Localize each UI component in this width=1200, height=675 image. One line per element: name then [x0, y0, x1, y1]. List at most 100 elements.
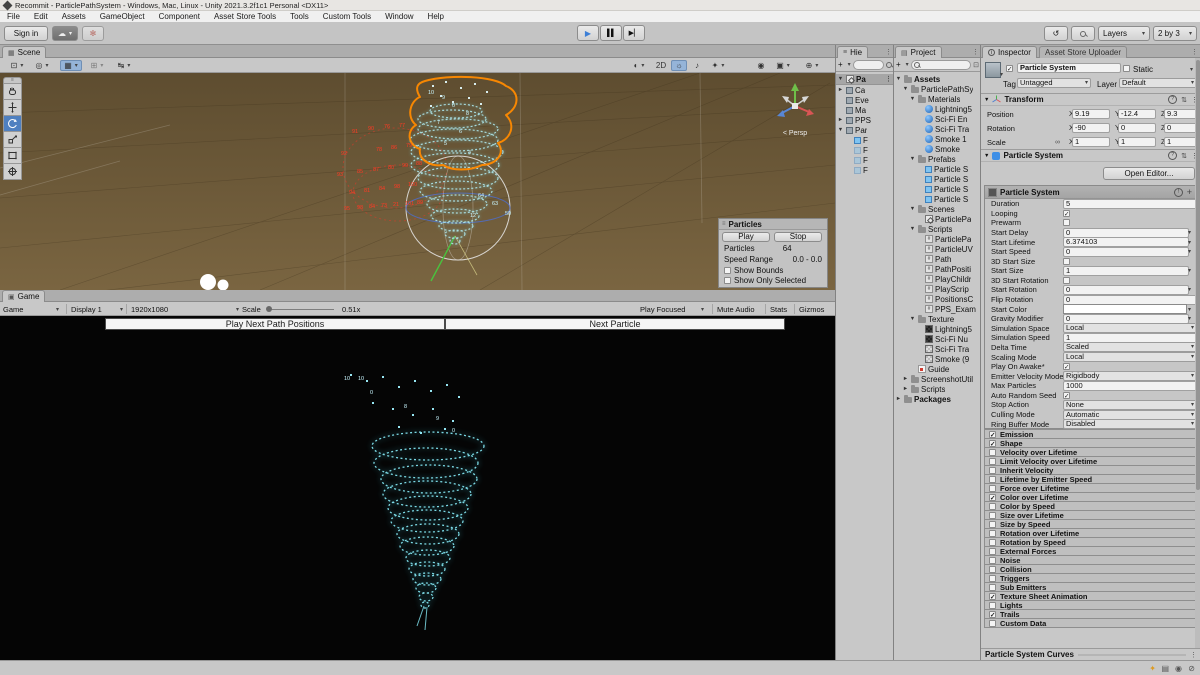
scaling-mode-dropdown[interactable]: Local▾ — [1063, 352, 1197, 362]
gameobject-icon-arrow[interactable]: ▾ — [1000, 71, 1003, 78]
game-view-dropdown[interactable]: Game▾ — [3, 304, 59, 314]
project-row[interactable]: ►Packages — [894, 394, 980, 404]
particle-system-header[interactable]: ▼ Particle System ?⇅⋮ — [981, 149, 1200, 162]
search-button[interactable] — [1071, 26, 1095, 41]
curves-menu-icon[interactable]: ⋮ — [1190, 651, 1197, 659]
project-row[interactable]: Sci-Fi Tra — [894, 124, 980, 134]
project-search-input[interactable] — [911, 60, 971, 70]
scale-slider-track[interactable] — [268, 309, 334, 310]
hand-tool-button[interactable] — [3, 83, 22, 100]
project-row[interactable]: Particle S — [894, 194, 980, 204]
duration-field[interactable]: 5 — [1063, 199, 1197, 209]
game-gizmos-dropdown[interactable]: Gizmos▾ — [794, 304, 835, 314]
project-row[interactable]: Smoke (9 — [894, 354, 980, 364]
effects-dropdown[interactable]: ✦▾ — [707, 60, 729, 71]
project-row[interactable]: ▼Scripts — [894, 224, 980, 234]
module-checkbox[interactable] — [989, 521, 996, 528]
project-search-type-icon[interactable]: ⊡ — [973, 61, 979, 69]
hierarchy-menu-icon[interactable]: ⋮ — [885, 48, 892, 56]
tool-handle-dropdown[interactable]: ⊡▾ — [6, 60, 28, 71]
module-checkbox[interactable] — [989, 458, 996, 465]
draw-mode-dropdown[interactable]: ◐▾ — [628, 60, 650, 71]
project-row[interactable]: Lightning5 — [894, 104, 980, 114]
stats-toggle[interactable]: Stats — [765, 304, 796, 314]
project-row[interactable]: ►Scripts — [894, 384, 980, 394]
move-snap-dropdown[interactable]: ↹▾ — [112, 60, 136, 71]
project-row[interactable]: ParticleUV — [894, 244, 980, 254]
simulation-space-dropdown[interactable]: Local▾ — [1063, 323, 1197, 333]
project-row[interactable]: ▼Texture — [894, 314, 980, 324]
module-checkbox[interactable]: ✓ — [989, 431, 996, 438]
play-focused-dropdown[interactable]: Play Focused▾ — [640, 304, 704, 314]
collab-button[interactable]: ✻ — [82, 26, 104, 41]
menu-tools[interactable]: Tools — [283, 12, 316, 21]
prewarm-checkbox[interactable] — [1063, 219, 1070, 226]
display-dropdown[interactable]: Display 1▾ — [66, 304, 123, 314]
module-checkbox[interactable] — [989, 557, 996, 564]
project-row[interactable]: PathPositi — [894, 264, 980, 274]
project-create-button[interactable]: + — [896, 60, 901, 69]
static-checkbox[interactable] — [1123, 65, 1130, 72]
layout-dropdown[interactable]: 2 by 3▾ — [1153, 26, 1197, 41]
expand-arrow[interactable]: ► — [837, 87, 844, 93]
project-row[interactable]: Particle S — [894, 184, 980, 194]
scale-slider-knob[interactable] — [266, 306, 272, 312]
game-viewport[interactable]: Play Next Path PositionsNext Particle — [0, 316, 835, 660]
hierarchy-row[interactable]: ►Ca — [836, 85, 893, 95]
menu-edit[interactable]: Edit — [27, 12, 55, 21]
expand-arrow[interactable]: ► — [837, 117, 844, 123]
layers-dropdown[interactable]: Layers▾ — [1098, 26, 1150, 41]
curves-bar[interactable]: Particle System Curves ⋮ — [981, 648, 1200, 660]
scene-audio-toggle[interactable]: ♪ — [689, 60, 705, 71]
tab-inspector[interactable]: i Inspector — [982, 46, 1037, 58]
project-row[interactable]: Guide — [894, 364, 980, 374]
module-checkbox[interactable] — [989, 503, 996, 510]
expand-arrow[interactable]: ▼ — [909, 156, 916, 162]
expand-arrow[interactable]: ▼ — [909, 206, 916, 212]
expand-arrow[interactable]: ▼ — [895, 76, 902, 82]
inspector-menu-icon[interactable]: ⋮ — [1191, 48, 1198, 56]
camera-settings-dropdown[interactable]: ▣▾ — [771, 60, 795, 71]
constrain-proportions-icon[interactable]: ∞ — [1055, 139, 1060, 146]
start-speed-field[interactable]: 0 — [1063, 247, 1189, 257]
static-dropdown-arrow[interactable]: ▾ — [1190, 66, 1193, 73]
pause-button[interactable]: ▌▌ — [600, 25, 622, 41]
menu-window[interactable]: Window — [378, 12, 420, 21]
overlay-drag-icon[interactable]: ≡ — [722, 221, 726, 227]
start-lifetime-field[interactable]: 6.374103 — [1063, 237, 1189, 247]
active-checkbox[interactable]: ✓ — [1006, 65, 1013, 72]
help-icon[interactable]: ? — [1168, 95, 1177, 104]
expand-arrow[interactable]: ▼ — [837, 76, 844, 82]
add-module-icon[interactable]: + — [1187, 187, 1192, 197]
project-row[interactable]: Path — [894, 254, 980, 264]
position-x-field[interactable]: 9.19 — [1072, 109, 1110, 119]
projection-label[interactable]: < Persp — [770, 130, 820, 137]
rotation-x-field[interactable]: -90 — [1072, 123, 1110, 133]
project-row[interactable]: ▼Prefabs — [894, 154, 980, 164]
expand-arrow[interactable]: ▼ — [837, 127, 844, 133]
scale-y-field[interactable]: 1 — [1118, 137, 1156, 147]
resolution-dropdown[interactable]: 1920x1080▾ — [126, 304, 239, 314]
culling-mode-dropdown[interactable]: Automatic▾ — [1063, 410, 1197, 420]
module-checkbox[interactable] — [989, 512, 996, 519]
hierarchy-row[interactable]: F — [836, 165, 893, 175]
module-checkbox[interactable] — [989, 530, 996, 537]
project-row[interactable]: Lightning5 — [894, 324, 980, 334]
chevron-down-icon[interactable]: ▾ — [1188, 306, 1191, 313]
module-checkbox[interactable] — [989, 566, 996, 573]
particles-play-button[interactable]: Play — [722, 232, 770, 242]
chevron-down-icon[interactable]: ▾ — [1188, 248, 1191, 255]
services-icon[interactable]: ◉ — [1175, 664, 1182, 673]
hierarchy-row[interactable]: ►PPS — [836, 115, 893, 125]
sign-in-button[interactable]: Sign in — [4, 26, 48, 41]
menu-asset-store-tools[interactable]: Asset Store Tools — [207, 12, 283, 21]
scene-viewport[interactable]: 9190767792788679938587809988948184981009… — [0, 73, 835, 290]
module-checkbox[interactable] — [989, 548, 996, 555]
expand-arrow[interactable]: ▼ — [909, 316, 916, 322]
module-checkbox[interactable]: ✓ — [989, 494, 996, 501]
menu-gameobject[interactable]: GameObject — [93, 12, 152, 21]
project-menu-icon[interactable]: ⋮ — [972, 48, 979, 56]
start-size-field[interactable]: 1 — [1063, 266, 1189, 276]
project-row[interactable]: ►ScreenshotUtil — [894, 374, 980, 384]
inspector-scrollbar[interactable] — [1195, 58, 1200, 648]
